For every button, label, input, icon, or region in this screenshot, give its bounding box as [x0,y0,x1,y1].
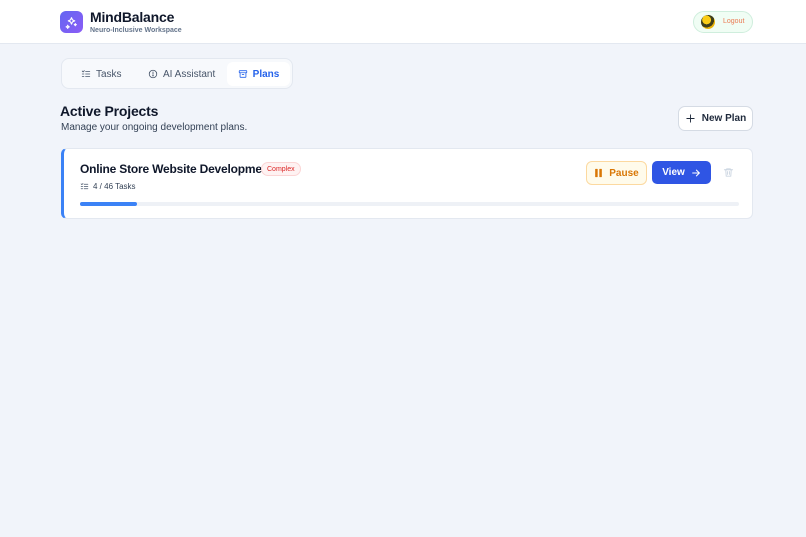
complexity-badge: Complex [261,162,301,176]
progress-fill [80,202,138,206]
pause-label: Pause [609,167,639,179]
tab-ai-assistant-label: AI Assistant [163,68,216,80]
trash-icon[interactable] [723,167,734,178]
page-title: Active Projects [60,103,159,119]
tab-ai-assistant[interactable]: AI Assistant [144,62,219,86]
progress-bar [80,202,739,206]
plus-icon [686,114,695,123]
list-check-icon [80,183,89,190]
tab-tasks-label: Tasks [96,68,122,80]
project-card[interactable]: Online Store Website Development Complex… [61,148,753,219]
pause-icon [595,168,603,178]
view-button[interactable]: View [652,161,711,184]
arrow-right-icon [691,169,700,176]
list-check-icon [81,70,91,77]
user-menu[interactable]: Logout [693,11,753,33]
logout-button[interactable]: Logout [723,18,744,25]
app-subtitle: Neuro-Inclusive Workspace [90,27,182,34]
main-tabs: Tasks AI Assistant Plans [61,58,293,89]
robot-icon [148,69,158,79]
task-count-label: 4 / 46 Tasks [93,182,136,191]
project-title: Online Store Website Development [80,162,273,176]
avatar[interactable] [701,15,715,29]
tab-plans[interactable]: Plans [227,62,290,86]
app-title: MindBalance [90,9,175,25]
pause-button[interactable]: Pause [586,161,647,185]
page-subtitle: Manage your ongoing development plans. [61,122,248,133]
tab-tasks[interactable]: Tasks [77,62,126,86]
archive-icon [238,70,247,78]
sparkles-icon [65,16,77,29]
tab-plans-label: Plans [252,68,280,80]
top-bar: MindBalance Neuro-Inclusive Workspace Lo… [0,0,806,44]
new-plan-button[interactable]: New Plan [678,106,753,131]
task-count: 4 / 46 Tasks [80,182,136,191]
view-label: View [662,167,685,178]
new-plan-label: New Plan [701,113,747,124]
app-logo [60,11,83,33]
